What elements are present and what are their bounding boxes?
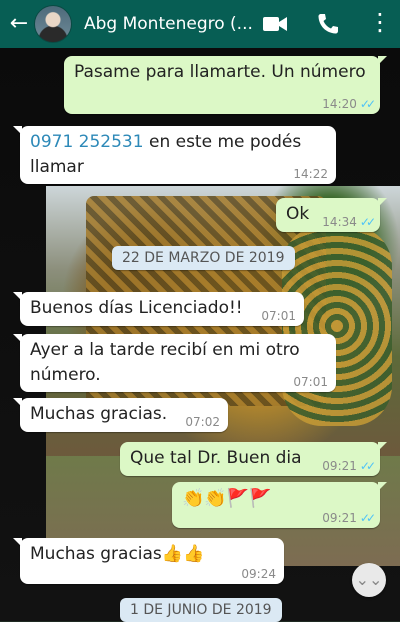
message-incoming[interactable]: Buenos días Licenciado!! 07:01 (13, 292, 304, 326)
chat-header: ← Abg Montenegro (... ⋮ (0, 0, 400, 48)
message-outgoing[interactable]: Que tal Dr. Buen dia 09:21 ✓✓ (120, 442, 387, 476)
message-text: Muchas gracias👍👍 (30, 544, 205, 564)
message-text: Buenos días Licenciado!! (30, 298, 243, 318)
video-call-icon[interactable] (262, 12, 288, 40)
date-separator: 1 DE JUNIO DE 2019 (120, 598, 282, 622)
message-meta: 14:34 ✓✓ (322, 215, 376, 229)
more-options-icon[interactable]: ⋮ (368, 8, 392, 36)
message-incoming[interactable]: 0971 252531 en este me podés llamar 14:2… (13, 126, 336, 184)
emoji-message: 👏👏🚩🚩 (182, 488, 272, 509)
date-separator: 22 DE MARZO DE 2019 (112, 246, 295, 270)
message-time: 07:01 (261, 309, 296, 323)
message-text: Pasame para llamarte. Un número (74, 62, 366, 82)
scroll-to-bottom-icon[interactable]: ⌄⌄ (352, 563, 386, 597)
message-meta: 09:21 ✓✓ (322, 511, 376, 525)
read-ticks-icon: ✓✓ (359, 97, 376, 111)
message-time: 14:22 (293, 167, 328, 181)
read-ticks-icon: ✓✓ (359, 215, 376, 229)
message-time: 09:21 (322, 511, 357, 525)
message-outgoing[interactable]: Ok 14:34 ✓✓ (276, 198, 387, 232)
read-ticks-icon: ✓✓ (359, 459, 376, 473)
back-arrow-icon[interactable]: ← (6, 0, 32, 48)
message-outgoing[interactable]: Pasame para llamarte. Un número 14:20 ✓✓ (64, 56, 387, 114)
message-time: 14:20 (322, 97, 357, 111)
wallpaper-spiral (282, 226, 392, 426)
message-text: Que tal Dr. Buen dia (130, 448, 302, 468)
message-time: 09:21 (322, 459, 357, 473)
message-time: 07:01 (293, 375, 328, 389)
avatar[interactable] (34, 5, 72, 43)
message-incoming[interactable]: Muchas gracias👍👍 09:24 (13, 538, 284, 584)
message-outgoing[interactable]: 👏👏🚩🚩 09:21 ✓✓ (172, 482, 387, 528)
message-text: Ayer a la tarde recibí en mi otro número… (30, 340, 300, 385)
phone-number-link[interactable]: 0971 252531 (30, 132, 144, 152)
message-time: 09:24 (241, 567, 276, 581)
message-incoming[interactable]: Ayer a la tarde recibí en mi otro número… (13, 334, 336, 392)
read-ticks-icon: ✓✓ (359, 511, 376, 525)
message-text: Ok (286, 204, 310, 224)
message-meta: 14:20 ✓✓ (322, 97, 376, 111)
contact-name[interactable]: Abg Montenegro (... (84, 14, 254, 34)
message-meta: 09:21 ✓✓ (322, 459, 376, 473)
message-time: 14:34 (322, 215, 357, 229)
message-text: Muchas gracias. (30, 404, 168, 424)
phone-icon[interactable] (316, 12, 340, 40)
message-time: 07:02 (185, 415, 220, 429)
message-incoming[interactable]: Muchas gracias. 07:02 (13, 398, 228, 432)
